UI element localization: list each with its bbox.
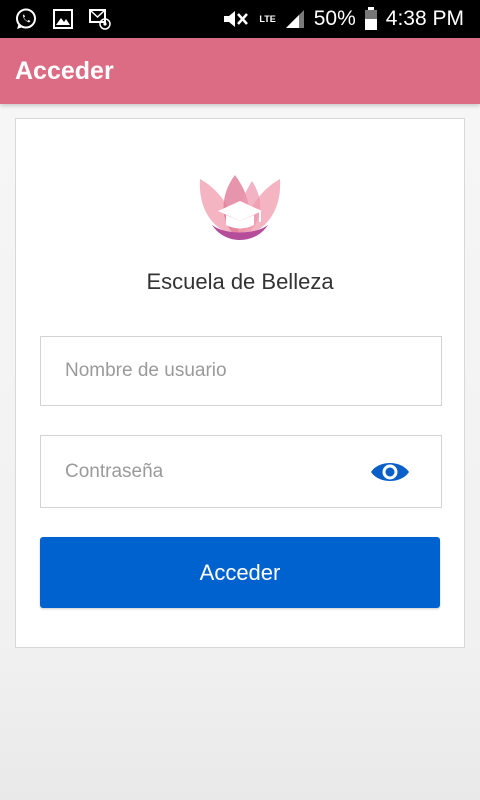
lte-icon: LTE [259,13,276,24]
logo-icon [190,167,290,247]
login-button[interactable]: Acceder [40,537,440,608]
eye-icon[interactable] [369,458,411,486]
username-field-container [40,336,442,406]
battery-percent: 50% [313,7,356,30]
system-indicators: LTE 50% 4:38 PM [221,7,480,31]
whatsapp-icon [14,7,38,31]
battery-icon [364,7,378,31]
gallery-icon [52,8,74,30]
username-input[interactable] [65,360,345,382]
page-title: Acceder [15,56,114,85]
signal-icon [284,8,306,30]
school-name: Escuela de Belleza [146,269,334,294]
email-icon [88,7,112,31]
network-type-label: LTE [259,13,276,24]
status-bar: LTE 50% 4:38 PM [0,0,480,38]
login-card: Escuela de Belleza Acceder [15,118,465,648]
mute-icon [221,8,251,30]
password-field-container [40,435,442,508]
password-input[interactable] [65,460,345,483]
app-bar: Acceder [0,38,480,104]
clock: 4:38 PM [385,7,464,30]
notification-icons [0,7,112,31]
